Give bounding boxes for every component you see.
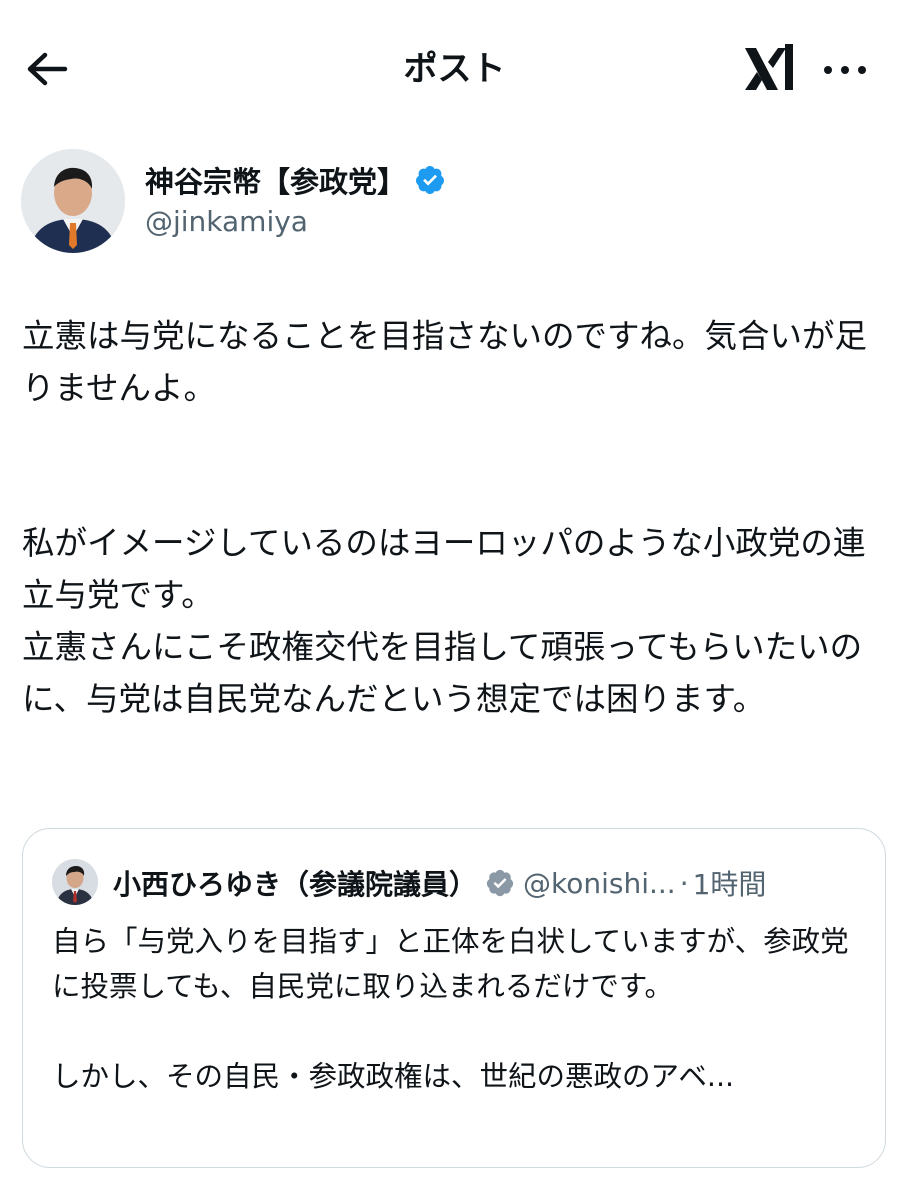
quoted-post-time: 1時間 xyxy=(692,868,767,901)
verified-badge-icon xyxy=(414,164,446,196)
more-horizontal-icon xyxy=(824,66,866,74)
verified-badge-icon xyxy=(485,868,515,898)
top-bar: ポスト xyxy=(0,0,909,140)
separator-dot: · xyxy=(679,866,689,900)
author-avatar[interactable] xyxy=(21,149,125,253)
quoted-paragraph: しかし、その自民・参政政権は、世紀の悪政のアベ... xyxy=(52,1060,735,1093)
post-paragraph: 私がイメージしているのはヨーロッパのような小政党の連立与党です。 立憲さんにこそ… xyxy=(22,524,866,718)
author-name-row[interactable]: 神谷宗幣【参政党】 xyxy=(145,160,446,200)
quoted-author-avatar xyxy=(52,859,98,905)
quoted-post-header: 小西ひろゆき（参議院議員） @konishi... · 1時間 xyxy=(113,861,766,905)
post-paragraph: 立憲は与党になることを目指さないのですね。気合いが足りませんよ。 xyxy=(22,317,868,407)
quoted-paragraph: 自ら「与党入りを目指す」と正体を白状していますが、参政党に投票しても、自民党に取… xyxy=(52,925,849,1003)
more-options-button[interactable] xyxy=(818,50,872,90)
quoted-author-handle: @konishi... xyxy=(523,866,676,900)
author-handle[interactable]: @jinkamiya xyxy=(145,203,308,241)
post-text: 立憲は与党になることを目指さないのですね。気合いが足りませんよ。 私がイメージし… xyxy=(22,310,888,725)
quoted-post-card[interactable]: 小西ひろゆき（参議院議員） @konishi... · 1時間 自ら「与党入りを… xyxy=(22,828,886,1168)
quoted-post-text: 自ら「与党入りを目指す」と正体を白状していますが、参政党に投票しても、自民党に取… xyxy=(52,919,862,1099)
xai-logo-icon[interactable] xyxy=(742,40,798,98)
author-name[interactable]: 神谷宗幣【参政党】 xyxy=(145,159,406,201)
quoted-author-name: 小西ひろゆき（参議院議員） xyxy=(113,868,478,901)
